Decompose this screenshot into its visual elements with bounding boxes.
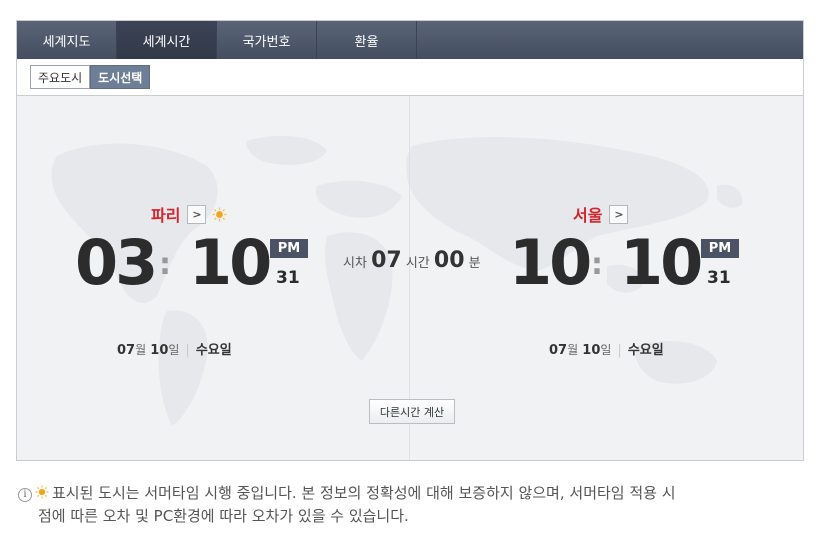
- tab-exchange-rate[interactable]: 환율: [317, 21, 417, 59]
- left-day: 10: [150, 343, 169, 358]
- right-ampm-badge: PM: [701, 239, 739, 258]
- right-city-header: 서울 >: [573, 202, 629, 226]
- left-city-header: 파리 >: [151, 202, 227, 226]
- info-icon: i: [18, 488, 32, 502]
- left-month-unit: 월: [135, 343, 147, 357]
- right-city-name: 서울: [573, 206, 603, 225]
- left-month: 07: [117, 343, 136, 358]
- time-diff-label: 시차: [343, 256, 367, 271]
- right-day-unit: 일: [600, 343, 612, 357]
- left-hour: 03: [75, 226, 158, 299]
- subtab-city-select[interactable]: 도시선택: [90, 65, 151, 89]
- left-date-separator: |: [185, 343, 190, 358]
- tab-world-map[interactable]: 세계지도: [17, 21, 117, 59]
- left-weekday: 수요일: [195, 343, 232, 358]
- right-date: 07월 10일 | 수요일: [549, 339, 664, 358]
- left-minute: 10: [189, 226, 272, 299]
- left-city-change-button[interactable]: >: [187, 204, 207, 224]
- notice-line-2: 점에 따른 오차 및 PC환경에 따라 오차가 있을 수 있습니다.: [38, 507, 409, 525]
- right-date-separator: |: [617, 343, 622, 358]
- right-city-change-button[interactable]: >: [609, 204, 629, 224]
- left-city-name: 파리: [151, 206, 181, 225]
- right-seconds: 31: [707, 268, 731, 288]
- sun-icon: [212, 206, 227, 222]
- right-month: 07: [549, 343, 568, 358]
- tab-country-code[interactable]: 국가번호: [217, 21, 317, 59]
- left-colon: :: [159, 247, 171, 282]
- right-hour: 10: [509, 226, 592, 299]
- other-time-calc-button[interactable]: 다른시간 계산: [369, 399, 455, 424]
- time-diff-minutes: 00: [433, 248, 465, 273]
- notice-line-1: i 표시된 도시는 서머타임 시행 중입니다. 본 정보의 정확성에 대해 보증…: [18, 482, 808, 505]
- tab-world-time[interactable]: 세계시간: [117, 21, 217, 59]
- right-colon: :: [591, 247, 603, 282]
- right-weekday: 수요일: [627, 343, 664, 358]
- subtab-major-cities[interactable]: 주요도시: [30, 65, 91, 89]
- right-month-unit: 월: [567, 343, 579, 357]
- left-date: 07월 10일 | 수요일: [117, 339, 232, 358]
- sun-icon: [35, 485, 49, 499]
- time-diff-minutes-unit: 분: [468, 256, 481, 271]
- world-time-widget: 세계지도 세계시간 국가번호 환율 주요도시 도시선택 파리 > 03: 10…: [16, 20, 804, 461]
- left-seconds: 31: [276, 268, 300, 288]
- notice-text-1: 표시된 도시는 서머타임 시행 중입니다. 본 정보의 정확성에 대해 보증하지…: [52, 484, 676, 502]
- right-minute: 10: [620, 226, 703, 299]
- time-difference: 시차 07 시간 00 분: [343, 248, 483, 273]
- right-day: 10: [582, 343, 601, 358]
- left-day-unit: 일: [168, 343, 180, 357]
- time-diff-hours-unit: 시간: [405, 256, 430, 271]
- clock-stage: 파리 > 03 : 10 PM 31 07월 10일 | 수요일 시차 07 시…: [17, 96, 803, 460]
- sub-tabs: 주요도시 도시선택: [17, 59, 803, 96]
- time-diff-hours: 07: [371, 248, 402, 273]
- top-nav: 세계지도 세계시간 국가번호 환율: [17, 21, 803, 59]
- left-ampm-badge: PM: [270, 239, 308, 258]
- summer-time-notice: i 표시된 도시는 서머타임 시행 중입니다. 본 정보의 정확성에 대해 보증…: [18, 482, 808, 528]
